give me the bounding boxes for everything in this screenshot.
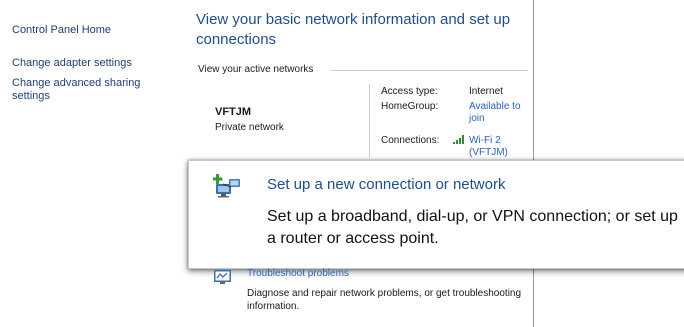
troubleshoot-description: Diagnose and repair network problems, or… bbox=[247, 288, 522, 312]
nav-change-adapter-settings[interactable]: Change adapter settings bbox=[12, 57, 172, 70]
homegroup-link[interactable]: Available to join bbox=[469, 101, 525, 125]
connections-label: Connections: bbox=[381, 135, 440, 146]
nav-control-panel-home[interactable]: Control Panel Home bbox=[12, 24, 172, 37]
network-divider bbox=[369, 84, 370, 158]
page-title: View your basic network information and … bbox=[196, 11, 511, 48]
troubleshoot-icon bbox=[214, 270, 231, 284]
network-name: VFTJM bbox=[215, 106, 252, 118]
access-type-value: Internet bbox=[469, 86, 503, 97]
wifi-connection-link[interactable]: Wi-Fi 2 (VFTJM) bbox=[469, 135, 525, 159]
active-networks-label: View your active networks bbox=[198, 64, 314, 75]
new-connection-link[interactable]: Set up a new connection or network bbox=[267, 176, 505, 193]
network-type: Private network bbox=[215, 122, 284, 133]
new-connection-icon bbox=[213, 174, 240, 198]
new-connection-callout[interactable]: Set up a new connection or network Set u… bbox=[188, 160, 684, 269]
section-divider bbox=[330, 70, 528, 71]
homegroup-label: HomeGroup: bbox=[381, 101, 439, 112]
new-connection-description: Set up a broadband, dial-up, or VPN conn… bbox=[267, 208, 678, 247]
access-type-label: Access type: bbox=[381, 86, 438, 97]
wifi-signal-icon bbox=[453, 135, 464, 144]
navigation-pane: Control Panel Home Change adapter settin… bbox=[0, 0, 182, 327]
troubleshoot-link[interactable]: Troubleshoot problems bbox=[247, 268, 349, 279]
nav-change-advanced-sharing-settings[interactable]: Change advanced sharing settings bbox=[12, 77, 162, 103]
